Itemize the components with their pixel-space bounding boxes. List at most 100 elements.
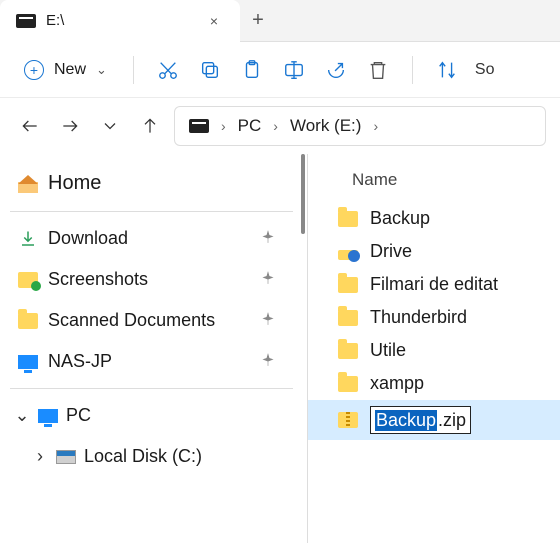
folder-icon: [338, 376, 358, 392]
chevron-right-icon: ›: [373, 118, 378, 134]
forward-button[interactable]: [54, 110, 86, 142]
cut-button[interactable]: [150, 52, 186, 88]
list-item[interactable]: Filmari de editat: [308, 268, 560, 301]
new-tab-button[interactable]: +: [240, 9, 276, 32]
nav-bar: › PC › Work (E:) ›: [0, 98, 560, 154]
list-item[interactable]: Thunderbird: [308, 301, 560, 334]
recent-button[interactable]: [94, 110, 126, 142]
rename-extension: .zip: [437, 410, 466, 431]
arrow-left-icon: [20, 116, 40, 136]
tab-title: E:\: [46, 12, 194, 29]
list-item[interactable]: Drive: [308, 235, 560, 268]
sidebar: Home Download Screenshots Scanned Docume…: [0, 154, 308, 543]
arrow-right-icon: [60, 116, 80, 136]
sidebar-item-label: Screenshots: [48, 269, 148, 290]
scrollbar[interactable]: [299, 154, 307, 543]
chevron-right-icon: ›: [273, 118, 278, 134]
pin-icon: [261, 351, 275, 372]
new-button[interactable]: + New ⌄: [14, 54, 117, 86]
separator: [10, 388, 293, 389]
folder-icon: [338, 343, 358, 359]
sidebar-home[interactable]: Home: [14, 162, 307, 205]
rename-selection: Backup: [375, 410, 437, 431]
rename-button[interactable]: [276, 52, 312, 88]
pin-icon: [261, 310, 275, 331]
monitor-icon: [18, 355, 38, 369]
delete-button[interactable]: [360, 52, 396, 88]
cloud-folder-icon: [338, 244, 358, 260]
sort-label: So: [471, 61, 495, 79]
sidebar-item-label: NAS-JP: [48, 351, 112, 372]
pin-icon: [261, 228, 275, 249]
sidebar-item-nas[interactable]: NAS-JP: [14, 341, 307, 382]
scissors-icon: [157, 59, 179, 81]
download-icon: [18, 230, 38, 248]
sidebar-item-label: PC: [66, 405, 91, 426]
folder-icon: [338, 277, 358, 293]
file-list: Name Backup Drive Filmari de editat Thun…: [308, 154, 560, 543]
breadcrumb-seg[interactable]: PC: [238, 116, 262, 136]
separator: [133, 56, 134, 84]
back-button[interactable]: [14, 110, 46, 142]
scrollbar-thumb[interactable]: [301, 154, 305, 234]
share-button[interactable]: [318, 52, 354, 88]
file-name: Utile: [370, 340, 406, 361]
close-tab-icon[interactable]: ×: [204, 11, 224, 31]
drive-icon: [189, 119, 209, 133]
chevron-down-icon: ⌄: [96, 62, 107, 78]
rename-icon: [283, 59, 305, 81]
new-button-label: New: [54, 61, 86, 79]
window-tab[interactable]: E:\ ×: [0, 0, 240, 42]
sidebar-item-label: Home: [48, 172, 101, 195]
copy-button[interactable]: [192, 52, 228, 88]
breadcrumb-seg[interactable]: Work (E:): [290, 116, 361, 136]
sort-icon: [436, 59, 458, 81]
zip-icon: [338, 412, 358, 428]
sidebar-item-label: Local Disk (C:): [84, 446, 202, 467]
sidebar-pc[interactable]: ⌄ PC: [14, 395, 307, 436]
folder-icon: [338, 211, 358, 227]
file-name: Backup: [370, 208, 430, 229]
collapse-icon[interactable]: ⌄: [14, 405, 30, 426]
separator: [10, 211, 293, 212]
file-name: Thunderbird: [370, 307, 467, 328]
folder-icon: [338, 310, 358, 326]
disk-icon: [56, 450, 76, 464]
title-bar: E:\ × +: [0, 0, 560, 42]
copy-icon: [199, 59, 221, 81]
main-area: Home Download Screenshots Scanned Docume…: [0, 154, 560, 543]
sidebar-item-label: Scanned Documents: [48, 310, 215, 331]
arrow-up-icon: [140, 116, 160, 136]
address-bar[interactable]: › PC › Work (E:) ›: [174, 106, 546, 146]
chevron-right-icon: ›: [221, 118, 226, 134]
paste-button[interactable]: [234, 52, 270, 88]
up-button[interactable]: [134, 110, 166, 142]
sidebar-item-download[interactable]: Download: [14, 218, 307, 259]
list-item[interactable]: Backup: [308, 202, 560, 235]
sidebar-item-label: Download: [48, 228, 128, 249]
expand-icon[interactable]: ›: [32, 446, 48, 467]
chevron-down-icon: [100, 116, 120, 136]
share-icon: [325, 59, 347, 81]
sidebar-item-scanned[interactable]: Scanned Documents: [14, 300, 307, 341]
clipboard-icon: [241, 59, 263, 81]
column-header-name[interactable]: Name: [308, 162, 560, 202]
file-name: Filmari de editat: [370, 274, 498, 295]
trash-icon: [367, 59, 389, 81]
file-name: Drive: [370, 241, 412, 262]
sidebar-item-screenshots[interactable]: Screenshots: [14, 259, 307, 300]
folder-icon: [18, 313, 38, 329]
sort-button[interactable]: [429, 52, 465, 88]
separator: [412, 56, 413, 84]
sidebar-local-disk[interactable]: › Local Disk (C:): [14, 436, 307, 477]
monitor-icon: [38, 409, 58, 423]
rename-input[interactable]: Backup.zip: [370, 406, 471, 434]
plus-icon: +: [24, 60, 44, 80]
home-icon: [18, 175, 38, 193]
file-name: xampp: [370, 373, 424, 394]
list-item[interactable]: xampp: [308, 367, 560, 400]
toolbar: + New ⌄ So: [0, 42, 560, 98]
list-item-renaming[interactable]: Backup.zip: [308, 400, 560, 440]
pin-icon: [261, 269, 275, 290]
list-item[interactable]: Utile: [308, 334, 560, 367]
